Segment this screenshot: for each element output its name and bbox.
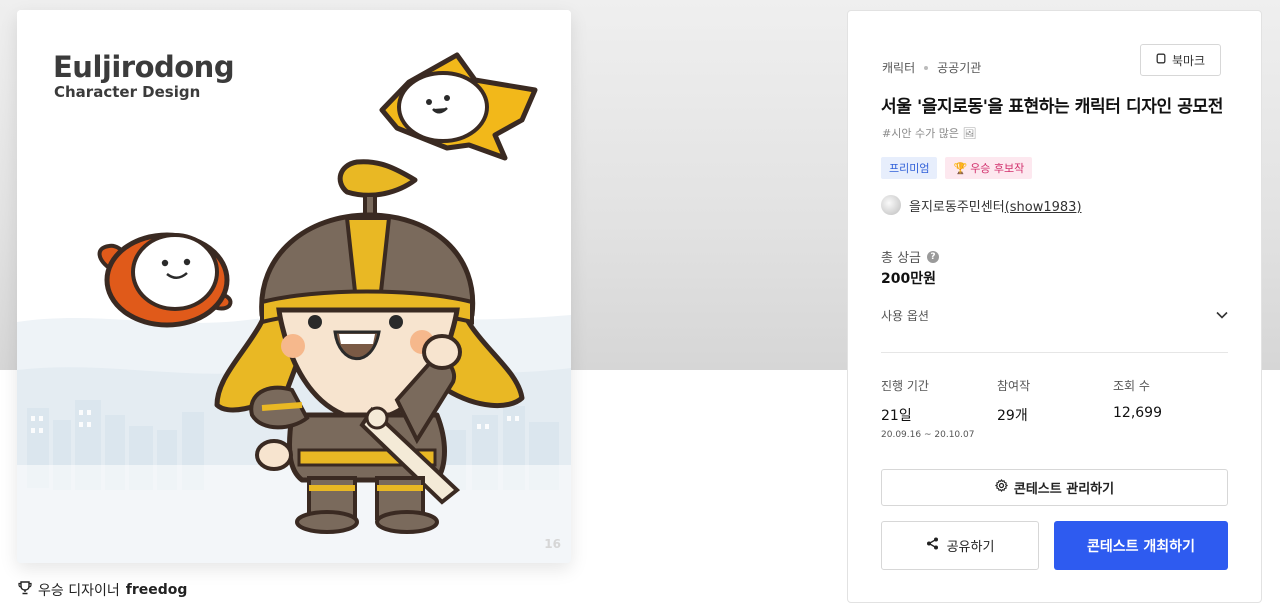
artwork-title: Euljirodong bbox=[53, 50, 235, 84]
organizer[interactable]: 을지로동주민센터(show1983) bbox=[881, 195, 1082, 215]
breadcrumb-organizer-type[interactable]: 공공기관 bbox=[937, 59, 981, 76]
share-button[interactable]: 공유하기 bbox=[881, 521, 1039, 570]
bookmark-icon bbox=[1156, 53, 1166, 67]
breadcrumb: 캐릭터 공공기관 bbox=[882, 59, 981, 76]
manage-contest-label: 콘테스트 관리하기 bbox=[1013, 482, 1115, 497]
organizer-avatar bbox=[881, 195, 901, 215]
award-candidate-badge: 🏆 우승 후보작 bbox=[945, 157, 1033, 179]
stat-entries-value: 29개 bbox=[997, 408, 1028, 424]
gear-icon bbox=[995, 479, 1008, 496]
winner-label: 우승 디자이너 bbox=[38, 583, 120, 599]
help-icon[interactable]: ? bbox=[927, 250, 940, 263]
winner-name[interactable]: freedog bbox=[126, 582, 188, 598]
organizer-handle[interactable]: (show1983) bbox=[1005, 200, 1082, 215]
host-contest-button[interactable]: 콘테스트 개최하기 bbox=[1054, 521, 1228, 570]
prize-label-text: 총 상금 bbox=[881, 251, 922, 266]
usage-options-label: 사용 옵션 bbox=[881, 308, 929, 323]
period-separator: ~ bbox=[923, 430, 932, 440]
premium-badge: 프리미엄 bbox=[881, 157, 938, 179]
breadcrumb-separator bbox=[924, 65, 929, 70]
stat-views: 조회 수 12,699 bbox=[1113, 377, 1229, 440]
contest-detail-page: Euljirodong Character Design 16 우승 디자이너 … bbox=[0, 0, 1280, 610]
contest-title: 서울 '을지로동'을 표현하는 캐릭터 디자인 공모전 bbox=[881, 97, 1224, 117]
usage-options-toggle[interactable]: 사용 옵션 bbox=[881, 306, 1228, 324]
manage-contest-button[interactable]: 콘테스트 관리하기 bbox=[881, 469, 1228, 506]
winning-artwork[interactable]: Euljirodong Character Design 16 bbox=[17, 10, 571, 563]
bookmark-button[interactable]: 북마크 bbox=[1140, 44, 1221, 76]
prize-label: 총 상금 ? bbox=[881, 247, 940, 266]
organizer-name: 을지로동주민센터(show1983) bbox=[909, 196, 1082, 215]
winner-designer[interactable]: 우승 디자이너 freedog bbox=[18, 580, 187, 600]
share-icon bbox=[926, 537, 939, 554]
award-candidate-label: 우승 후보작 bbox=[970, 162, 1025, 175]
artwork-page-number: 16 bbox=[544, 537, 561, 551]
contest-hashtag[interactable]: #시안 수가 많은 🖼 bbox=[882, 125, 976, 141]
ground-fade bbox=[17, 465, 571, 563]
bookmark-label: 북마크 bbox=[1171, 53, 1206, 68]
stat-period-dates: 20.09.16 ~ 20.10.07 bbox=[881, 430, 997, 440]
artwork-subtitle: Character Design bbox=[54, 83, 201, 101]
prize-value: 200만원 bbox=[881, 271, 936, 287]
stat-period-value: 21일 bbox=[881, 408, 912, 424]
period-end: 20.10.07 bbox=[934, 430, 975, 440]
organizer-name-text: 을지로동주민센터 bbox=[909, 199, 1005, 215]
contest-stats: 진행 기간 21일 20.09.16 ~ 20.10.07 참여작 29개 조회… bbox=[881, 377, 1229, 440]
stat-entries: 참여작 29개 bbox=[997, 377, 1113, 440]
share-label: 공유하기 bbox=[946, 540, 995, 555]
stat-period: 진행 기간 21일 20.09.16 ~ 20.10.07 bbox=[881, 377, 997, 440]
contest-info-panel: 캐릭터 공공기관 북마크 서울 '을지로동'을 표현하는 캐릭터 디자인 공모전… bbox=[847, 10, 1262, 603]
contest-tags: 프리미엄 🏆 우승 후보작 bbox=[881, 157, 1033, 179]
section-divider bbox=[881, 352, 1228, 353]
breadcrumb-category[interactable]: 캐릭터 bbox=[882, 59, 915, 76]
stat-period-label: 진행 기간 bbox=[881, 379, 929, 393]
stat-views-value: 12,699 bbox=[1113, 405, 1162, 421]
chevron-down-icon bbox=[1216, 308, 1228, 322]
period-start: 20.09.16 bbox=[881, 430, 922, 440]
stat-entries-label: 참여작 bbox=[997, 379, 1031, 393]
trophy-icon bbox=[18, 581, 32, 599]
stat-views-label: 조회 수 bbox=[1113, 379, 1150, 393]
trophy-icon: 🏆 bbox=[953, 161, 968, 175]
